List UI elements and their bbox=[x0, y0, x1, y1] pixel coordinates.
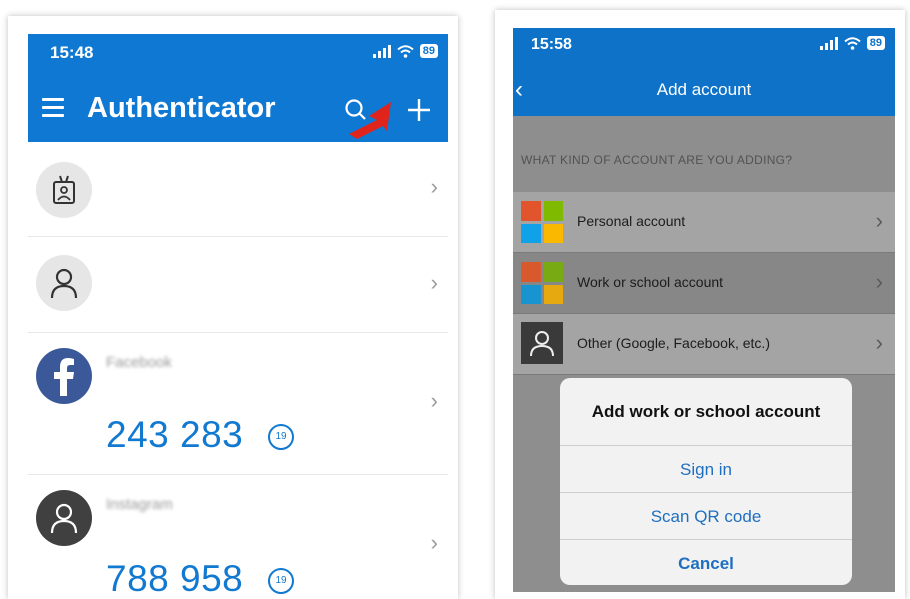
account-name: Facebook bbox=[106, 354, 172, 371]
signal-icon bbox=[819, 36, 838, 50]
account-list-item[interactable]: › bbox=[28, 236, 448, 333]
battery-icon: 89 bbox=[866, 36, 885, 50]
option-personal-account[interactable]: Personal account › bbox=[513, 192, 895, 253]
id-badge-icon bbox=[36, 162, 92, 218]
phone-screenshot-authenticator: 15:48 89 Authenticator › › Facebook › 24… bbox=[8, 16, 458, 599]
option-label: Personal account bbox=[577, 213, 686, 229]
signal-icon bbox=[372, 44, 391, 58]
section-label: WHAT KIND OF ACCOUNT ARE YOU ADDING? bbox=[521, 153, 793, 167]
wifi-icon bbox=[397, 44, 414, 58]
microsoft-logo-icon bbox=[521, 262, 563, 304]
option-label: Other (Google, Facebook, etc.) bbox=[577, 335, 770, 351]
person-icon bbox=[36, 490, 92, 546]
account-name: Instagram bbox=[106, 496, 173, 513]
countdown-timer: 19 bbox=[268, 568, 294, 594]
page-title: Add account bbox=[656, 80, 752, 99]
status-bar: 15:58 89 bbox=[513, 28, 895, 66]
status-time: 15:58 bbox=[531, 36, 572, 53]
chevron-right-icon: › bbox=[875, 208, 883, 233]
plus-icon[interactable] bbox=[406, 97, 432, 123]
microsoft-logo-icon bbox=[521, 201, 563, 243]
action-sheet-title: Add work or school account bbox=[591, 402, 821, 421]
wifi-icon bbox=[844, 36, 861, 50]
app-header: 15:58 89 ‹ Add account bbox=[513, 28, 895, 116]
option-work-or-school-account[interactable]: Work or school account › bbox=[513, 253, 895, 314]
battery-icon: 89 bbox=[419, 44, 438, 58]
option-label: Work or school account bbox=[577, 274, 724, 290]
status-bar: 15:48 89 bbox=[28, 34, 448, 72]
chevron-right-icon: › bbox=[430, 388, 438, 413]
chevron-right-icon: › bbox=[430, 174, 438, 199]
cancel-button[interactable]: Cancel bbox=[560, 539, 852, 585]
hamburger-menu-icon[interactable] bbox=[42, 98, 64, 122]
account-list-item[interactable]: › bbox=[28, 142, 448, 237]
option-other-account[interactable]: Other (Google, Facebook, etc.) › bbox=[513, 314, 895, 375]
phone-screenshot-add-account: 15:58 89 ‹ Add account WHAT KIND OF ACCO… bbox=[495, 10, 905, 599]
sign-in-button[interactable]: Sign in bbox=[560, 445, 852, 493]
account-list-item[interactable]: Facebook › 243 283 19 bbox=[28, 332, 448, 475]
status-time: 15:48 bbox=[50, 43, 94, 62]
facebook-icon bbox=[36, 348, 92, 404]
chevron-right-icon: › bbox=[430, 270, 438, 295]
add-account-screen: 15:58 89 ‹ Add account WHAT KIND OF ACCO… bbox=[513, 28, 895, 592]
app-title: Authenticator bbox=[87, 92, 276, 124]
countdown-timer: 19 bbox=[268, 424, 294, 450]
account-list-item[interactable]: Instagram › 788 958 19 bbox=[28, 474, 448, 599]
scan-qr-code-button[interactable]: Scan QR code bbox=[560, 492, 852, 540]
person-icon bbox=[36, 255, 92, 311]
otp-code[interactable]: 788 958 bbox=[106, 558, 243, 599]
chevron-right-icon: › bbox=[875, 269, 883, 294]
otp-code[interactable]: 243 283 bbox=[106, 414, 243, 456]
chevron-right-icon: › bbox=[430, 530, 438, 555]
red-pointer-arrow-icon bbox=[349, 102, 391, 139]
action-sheet: Add work or school account Sign in Scan … bbox=[560, 378, 852, 585]
chevron-right-icon: › bbox=[875, 330, 883, 355]
person-icon bbox=[521, 322, 563, 364]
